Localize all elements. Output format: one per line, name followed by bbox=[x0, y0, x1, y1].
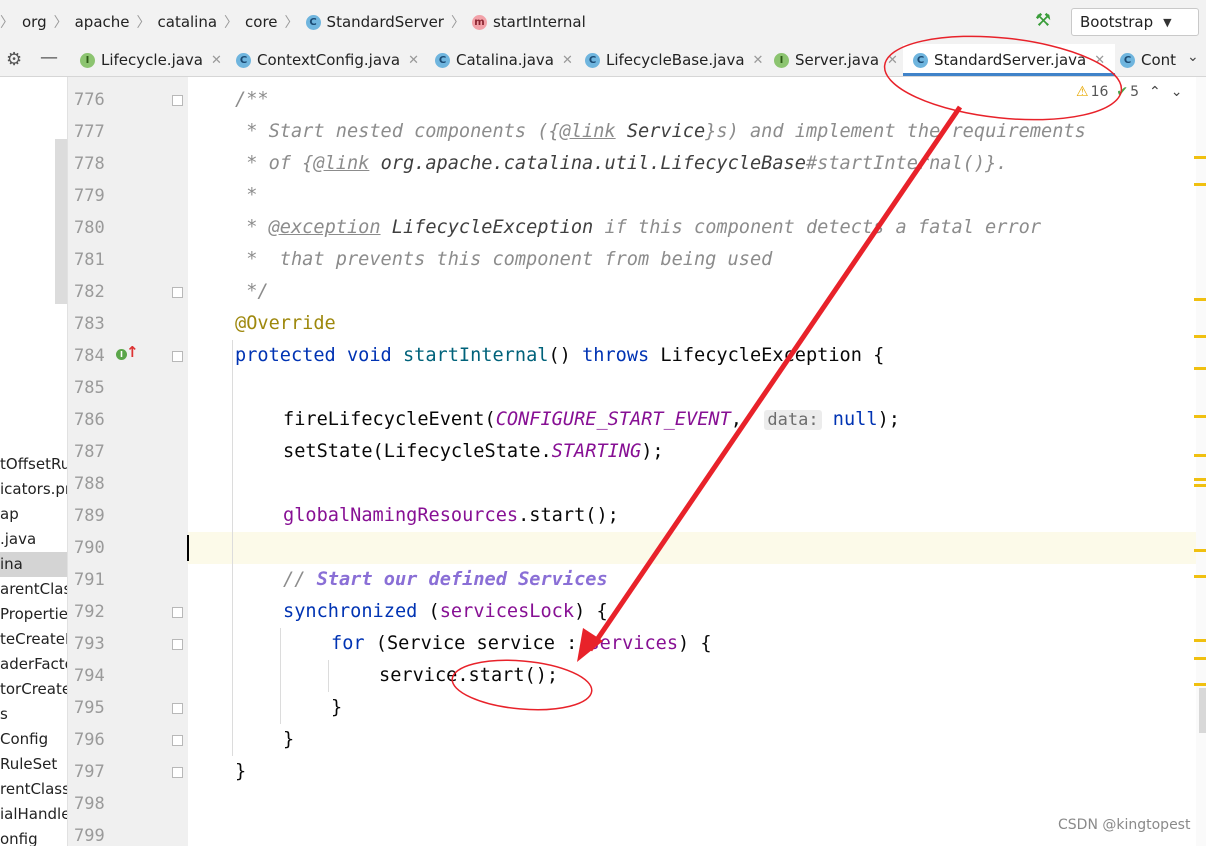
annotation-circle-call bbox=[451, 659, 593, 711]
annotation-arrow bbox=[587, 105, 963, 652]
annotation-overlay bbox=[451, 35, 1123, 711]
annotation-circle-tab bbox=[883, 35, 1123, 121]
watermark: CSDN @kingtopest bbox=[1058, 817, 1191, 833]
